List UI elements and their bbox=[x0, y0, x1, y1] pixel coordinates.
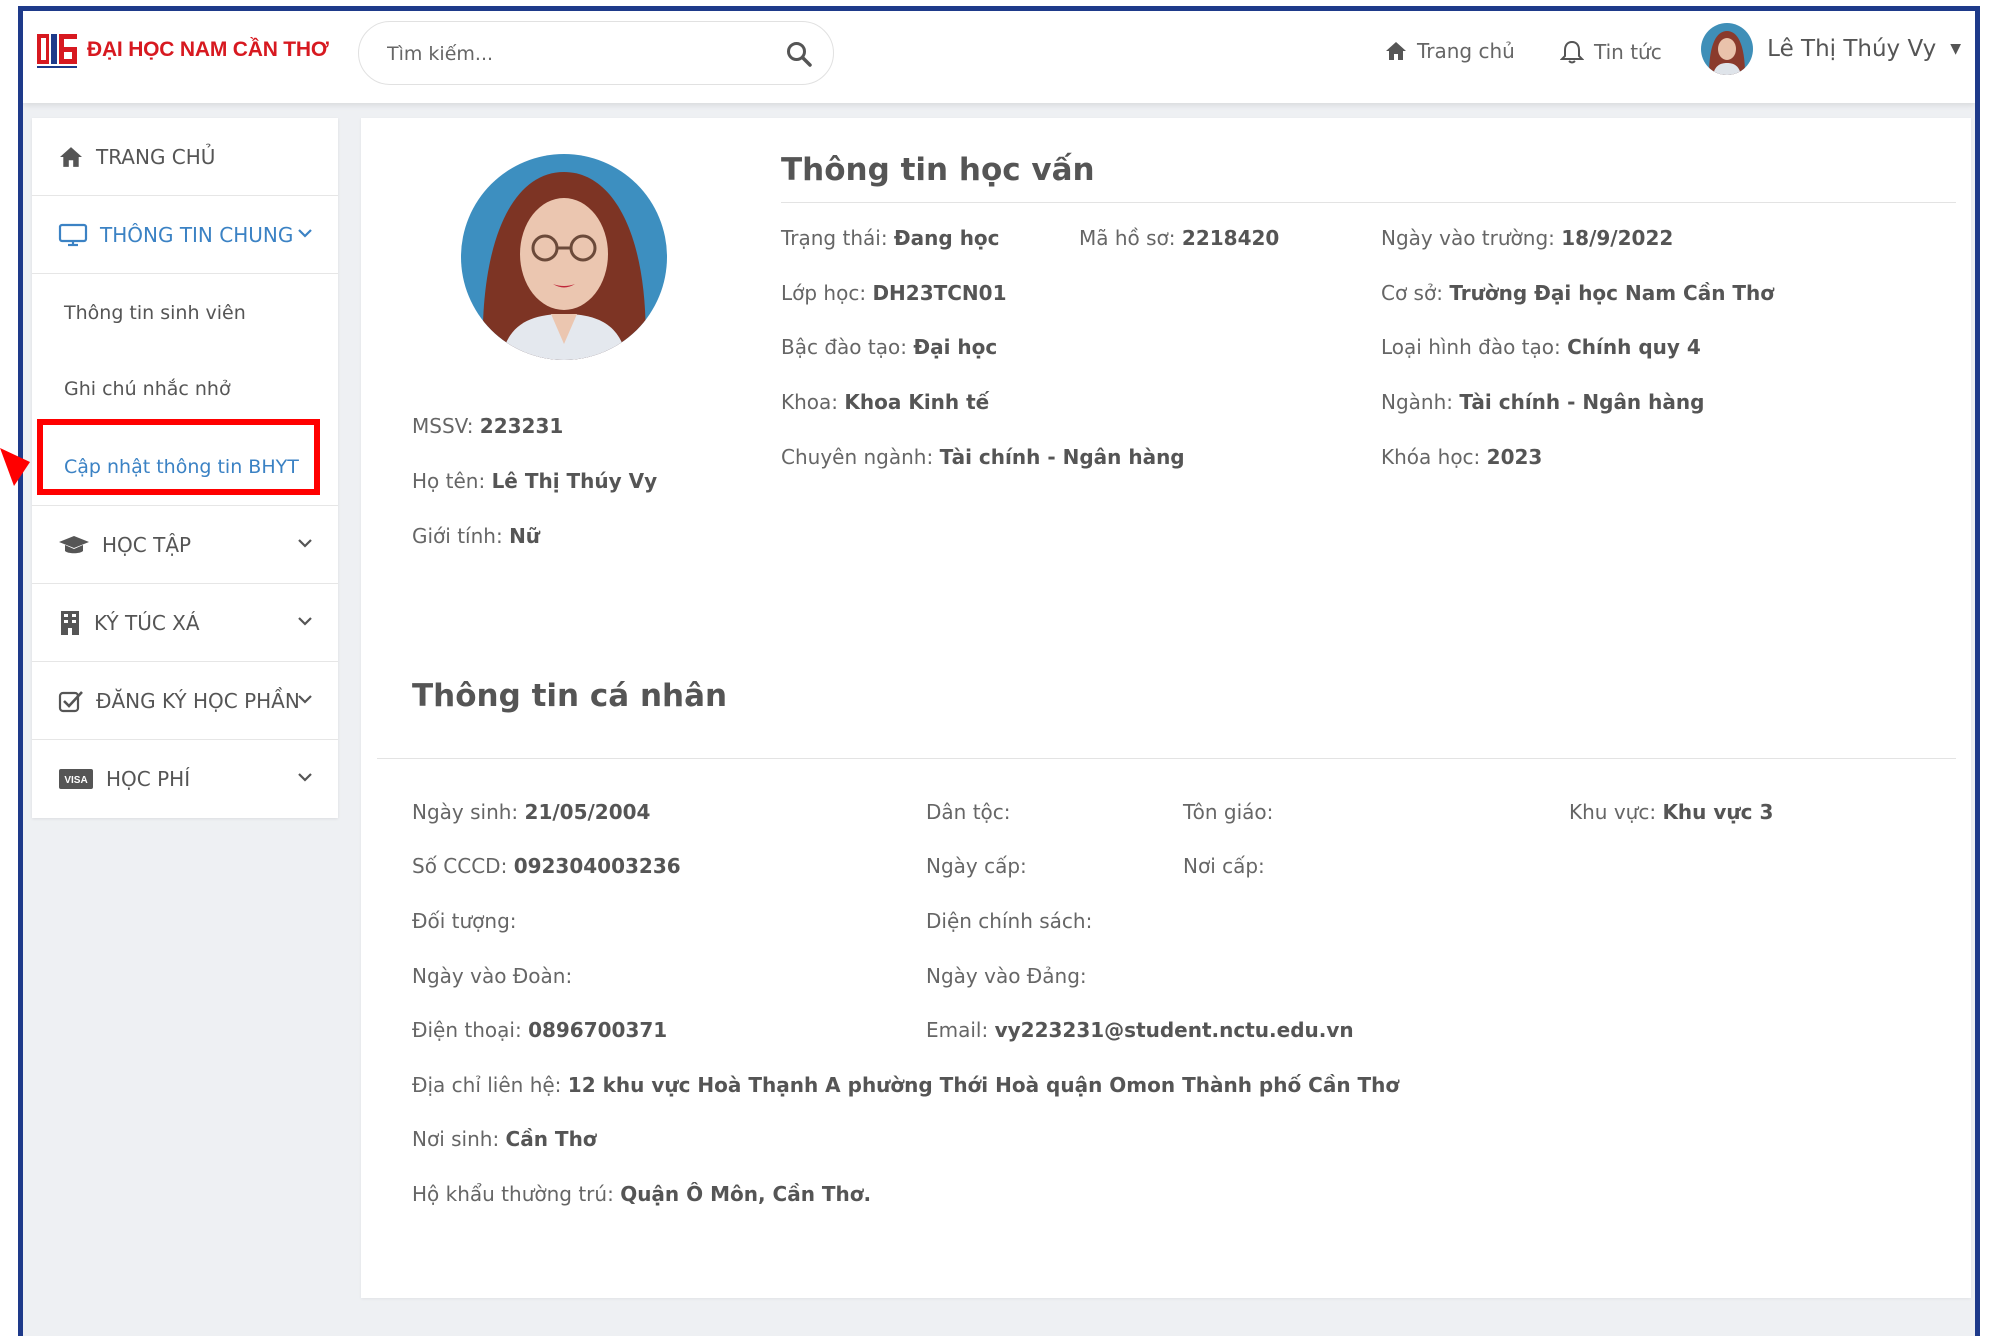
field-party-date: Ngày vào Đảng: bbox=[926, 964, 1087, 988]
academic-info-title: Thông tin học vấn bbox=[781, 152, 1095, 188]
chevron-down-icon bbox=[298, 539, 312, 548]
nav-home-label: Trang chủ bbox=[1417, 39, 1515, 63]
divider bbox=[781, 202, 1956, 203]
field-birthplace: Nơi sinh: Cần Thơ bbox=[412, 1127, 597, 1151]
sidebar-item-label: THÔNG TIN CHUNG bbox=[100, 222, 294, 247]
red-arrow-icon bbox=[0, 448, 30, 486]
home-icon bbox=[60, 146, 82, 167]
sidebar-subitem-bhyt[interactable]: Cập nhật thông tin BHYT bbox=[32, 428, 338, 506]
personal-info-title: Thông tin cá nhân bbox=[412, 678, 728, 714]
graduation-cap-icon bbox=[59, 535, 89, 553]
top-navbar: ĐẠI HỌC NAM CẦN THƠ Trang chủ Tin tức bbox=[23, 11, 1975, 103]
field-gender: Giới tính: Nữ bbox=[412, 524, 541, 548]
sidebar-item-label: HỌC TẬP bbox=[102, 532, 192, 557]
sidebar: TRANG CHỦ THÔNG TIN CHUNG Thông tin sinh… bbox=[32, 118, 338, 818]
field-email: Email: vy223231@student.nctu.edu.vn bbox=[926, 1018, 1354, 1042]
field-issue-place: Nơi cấp: bbox=[1183, 854, 1265, 878]
field-training-type: Loại hình đào tạo: Chính quy 4 bbox=[1381, 335, 1701, 359]
field-student-id: MSSV: 223231 bbox=[412, 414, 564, 438]
sidebar-item-label: HỌC PHÍ bbox=[106, 767, 191, 791]
search-box bbox=[358, 21, 834, 85]
app-window: ĐẠI HỌC NAM CẦN THƠ Trang chủ Tin tức bbox=[18, 6, 1980, 1336]
field-class: Lớp học: DH23TCN01 bbox=[781, 281, 1007, 305]
chevron-down-icon bbox=[298, 773, 312, 782]
bell-icon bbox=[1560, 40, 1584, 64]
building-icon bbox=[61, 610, 79, 635]
field-full-name: Họ tên: Lê Thị Thúy Vy bbox=[412, 469, 658, 493]
sidebar-item-label: TRANG CHỦ bbox=[96, 144, 216, 169]
divider bbox=[377, 758, 1956, 759]
field-policy: Diện chính sách: bbox=[926, 909, 1093, 933]
sidebar-item-label: Thông tin sinh viên bbox=[64, 302, 246, 324]
field-dob: Ngày sinh: 21/05/2004 bbox=[412, 800, 651, 824]
university-logo[interactable]: ĐẠI HỌC NAM CẦN THƠ bbox=[35, 25, 329, 75]
sidebar-item-label: KÝ TÚC XÁ bbox=[94, 610, 200, 635]
field-course: Khóa học: 2023 bbox=[1381, 445, 1543, 469]
chevron-down-icon bbox=[298, 617, 312, 626]
sidebar-item-study[interactable]: HỌC TẬP bbox=[32, 506, 338, 584]
sidebar-item-dorm[interactable]: KÝ TÚC XÁ bbox=[32, 584, 338, 662]
field-status: Trạng thái: Đang học bbox=[781, 226, 1000, 250]
field-specialization: Chuyên ngành: Tài chính - Ngân hàng bbox=[781, 445, 1185, 469]
monitor-icon bbox=[58, 223, 88, 246]
field-faculty: Khoa: Khoa Kinh tế bbox=[781, 390, 990, 414]
avatar[interactable] bbox=[1701, 23, 1754, 75]
field-major: Ngành: Tài chính - Ngân hàng bbox=[1381, 390, 1705, 414]
sidebar-item-label: ĐĂNG KÝ HỌC PHẦN bbox=[96, 688, 300, 713]
field-region: Khu vực: Khu vực 3 bbox=[1569, 800, 1774, 824]
field-residence: Hộ khẩu thường trú: Quận Ô Môn, Cần Thơ. bbox=[412, 1182, 872, 1206]
sidebar-item-label: Cập nhật thông tin BHYT bbox=[64, 455, 299, 478]
student-photo bbox=[461, 154, 667, 360]
chevron-down-icon bbox=[298, 695, 312, 704]
field-object: Đối tượng: bbox=[412, 909, 517, 933]
home-icon bbox=[1386, 42, 1406, 60]
sidebar-item-label: Ghi chú nhắc nhở bbox=[64, 378, 231, 400]
user-menu[interactable]: Lê Thị Thúy Vy ▼ bbox=[1701, 23, 1961, 75]
field-ethnicity: Dân tộc: bbox=[926, 800, 1011, 824]
field-campus: Cơ sở: Trường Đại học Nam Cần Thơ bbox=[1381, 281, 1775, 305]
caret-down-icon: ▼ bbox=[1950, 41, 1961, 57]
field-union-date: Ngày vào Đoàn: bbox=[412, 964, 573, 988]
sidebar-item-registration[interactable]: ĐĂNG KÝ HỌC PHẦN bbox=[32, 662, 338, 740]
search-input[interactable] bbox=[385, 36, 759, 72]
sidebar-subitem-student-info[interactable]: Thông tin sinh viên bbox=[32, 274, 338, 352]
field-issue-date: Ngày cấp: bbox=[926, 854, 1027, 878]
nav-news-label: Tin tức bbox=[1594, 40, 1662, 64]
chevron-down-icon bbox=[298, 229, 312, 238]
field-enroll-date: Ngày vào trường: 18/9/2022 bbox=[1381, 226, 1674, 250]
search-icon[interactable] bbox=[785, 40, 813, 68]
field-address: Địa chỉ liên hệ: 12 khu vực Hoà Thạnh A … bbox=[412, 1073, 1400, 1097]
student-profile-card: Thông tin học vấn Trạng thái: Đang học M… bbox=[361, 118, 1971, 1298]
nav-home-link[interactable]: Trang chủ bbox=[1385, 39, 1515, 63]
svg-text:VISA: VISA bbox=[64, 775, 87, 786]
field-religion: Tôn giáo: bbox=[1183, 800, 1274, 824]
checkbox-icon bbox=[58, 690, 83, 712]
field-citizen-id: Số CCCD: 092304003236 bbox=[412, 854, 681, 878]
field-level: Bậc đào tạo: Đại học bbox=[781, 335, 998, 359]
credit-card-icon: VISA bbox=[59, 769, 93, 789]
logo-icon bbox=[37, 34, 77, 68]
logo-text: ĐẠI HỌC NAM CẦN THƠ bbox=[87, 38, 329, 61]
sidebar-subitem-notes[interactable]: Ghi chú nhắc nhở bbox=[32, 350, 338, 428]
user-name: Lê Thị Thúy Vy bbox=[1767, 36, 1937, 62]
field-record-code: Mã hồ sơ: 2218420 bbox=[1079, 226, 1280, 250]
sidebar-item-general-info[interactable]: THÔNG TIN CHUNG bbox=[32, 196, 338, 274]
nav-news-link[interactable]: Tin tức bbox=[1560, 39, 1662, 65]
sidebar-item-fees[interactable]: VISA HỌC PHÍ bbox=[32, 740, 338, 818]
field-phone: Điện thoại: 0896700371 bbox=[412, 1018, 668, 1042]
sidebar-item-home[interactable]: TRANG CHỦ bbox=[32, 118, 338, 196]
